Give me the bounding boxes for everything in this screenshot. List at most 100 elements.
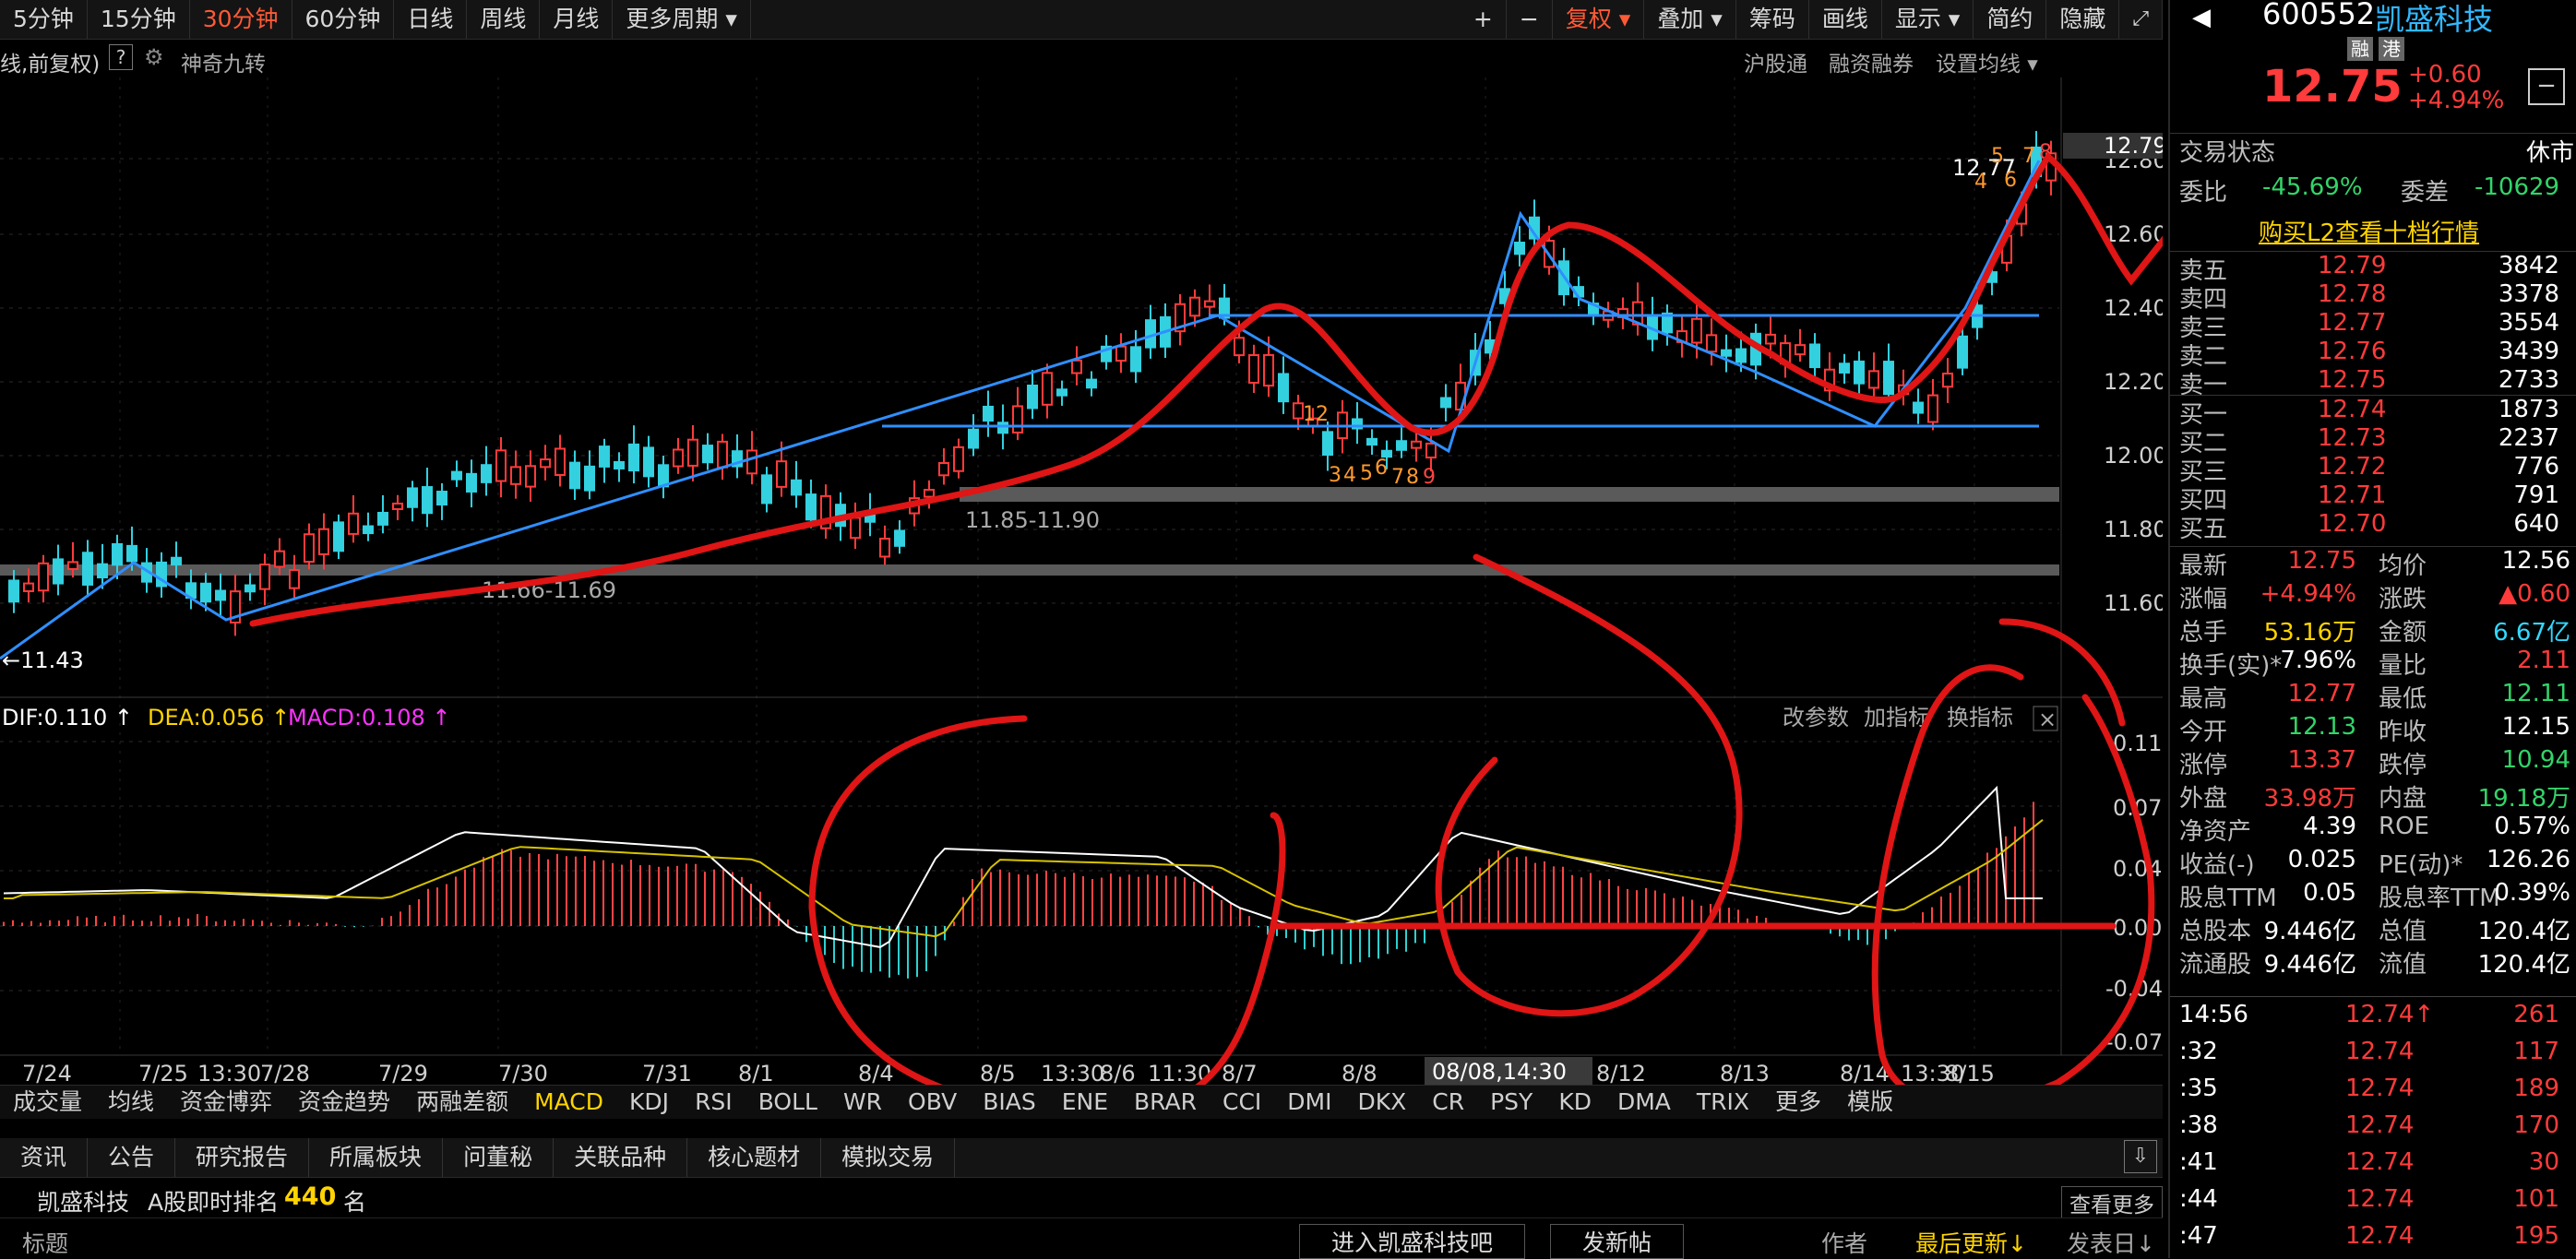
- stat-value: 13.37: [2287, 746, 2356, 774]
- bid-level[interactable]: 买五 12.70 640: [2170, 510, 2576, 543]
- diff-label: 委差: [2401, 179, 2450, 207]
- ma-settings-link[interactable]: 设置均线 ▾: [1936, 46, 2038, 77]
- macd-params-button[interactable]: 改参数: [1783, 705, 1849, 730]
- indicator-tab[interactable]: KDJ: [616, 1086, 682, 1119]
- help-icon[interactable]: ?: [109, 44, 133, 70]
- enter-forum-button[interactable]: 进入凯盛科技吧: [1299, 1224, 1526, 1259]
- period-60min[interactable]: 60分钟: [292, 0, 395, 39]
- indicator-tab[interactable]: CCI: [1210, 1086, 1274, 1119]
- adjust-button[interactable]: 复权 ▾: [1553, 0, 1645, 39]
- indicator-tab[interactable]: 成交量: [0, 1086, 95, 1119]
- candle: [540, 458, 551, 469]
- indicator-tab[interactable]: DMI: [1274, 1086, 1344, 1119]
- stat-label: 股息率TTM: [2379, 885, 2500, 912]
- ask-level[interactable]: 卖一 12.75 2733: [2170, 366, 2576, 399]
- new-post-button[interactable]: 发新帖: [1550, 1224, 1685, 1259]
- col-updated[interactable]: 最后更新↓: [1915, 1226, 2027, 1259]
- period-15min[interactable]: 15分钟: [88, 0, 190, 39]
- zoom-out-button[interactable]: −: [1507, 0, 1553, 39]
- indicator-tab[interactable]: ENE: [1049, 1086, 1121, 1119]
- simple-button[interactable]: 简约: [1974, 0, 2047, 39]
- col-author[interactable]: 作者: [1821, 1226, 1867, 1259]
- ask-level[interactable]: 卖五 12.79 3842: [2170, 252, 2576, 285]
- bid-level[interactable]: 买四 12.71 791: [2170, 481, 2576, 515]
- view-more-button[interactable]: 查看更多: [2061, 1186, 2163, 1219]
- chips-button[interactable]: 筹码: [1736, 0, 1809, 39]
- collapse-icon[interactable]: ◀: [2192, 4, 2211, 31]
- info-tab[interactable]: 所属板块: [309, 1138, 444, 1177]
- info-tab[interactable]: 问董秘: [443, 1138, 555, 1177]
- period-30min[interactable]: 30分钟: [190, 0, 292, 39]
- indicator-tab[interactable]: 更多: [1762, 1086, 1834, 1119]
- buy-l2-link[interactable]: 购买L2查看十档行情: [2259, 214, 2479, 248]
- indicator-tab[interactable]: TRIX: [1684, 1086, 1762, 1119]
- period-5min[interactable]: 5分钟: [0, 0, 88, 39]
- tick-list: 14:56 12.74↑ 261:32 12.74 117:35 12.74 189:38 1…: [2170, 996, 2576, 1255]
- add-indicator-button[interactable]: 加指标: [1864, 705, 1930, 730]
- candle: [1071, 359, 1082, 374]
- minus-icon[interactable]: −: [2528, 68, 2565, 105]
- indicator-tab[interactable]: KD: [1545, 1086, 1604, 1119]
- indicator-tab[interactable]: 资金趋势: [285, 1086, 403, 1119]
- indicator-tab[interactable]: BOLL: [745, 1086, 830, 1119]
- indicator-tab[interactable]: 资金博弈: [167, 1086, 285, 1119]
- stat-row: 今开 12.13 昨收 12.15: [2170, 713, 2576, 746]
- indicator-tab[interactable]: OBV: [895, 1086, 970, 1119]
- info-tab[interactable]: 关联品种: [554, 1138, 688, 1177]
- margin-link[interactable]: 融资融券: [1829, 46, 1914, 77]
- indicator-tab[interactable]: DKX: [1344, 1086, 1419, 1119]
- kline-chart[interactable]: ←11.43 11.66-11.69 11.85-11.90 12.77 3 4…: [0, 77, 2163, 1085]
- display-button[interactable]: 显示 ▾: [1882, 0, 1974, 39]
- period-day[interactable]: 日线: [394, 0, 468, 39]
- switch-indicator-button[interactable]: 换指标: [1947, 705, 2013, 730]
- indicator-tab[interactable]: 均线: [95, 1086, 167, 1119]
- zoom-in-button[interactable]: +: [1461, 0, 1507, 39]
- hide-button[interactable]: 隐藏: [2046, 0, 2120, 39]
- candle: [392, 502, 403, 510]
- svg-text:12.20: 12.20: [2104, 369, 2163, 395]
- fullscreen-icon[interactable]: ⤢: [2119, 0, 2163, 39]
- candle: [1234, 337, 1245, 357]
- period-week[interactable]: 周线: [467, 0, 541, 39]
- price-change: +0.60: [2408, 61, 2482, 89]
- candle: [1765, 333, 1776, 345]
- info-tab[interactable]: 研究报告: [175, 1138, 310, 1177]
- candle: [318, 528, 329, 555]
- indicator-tab[interactable]: 两融差额: [403, 1086, 521, 1119]
- col-posted[interactable]: 发表日↓: [2067, 1226, 2155, 1259]
- draw-line-button[interactable]: 画线: [1809, 0, 1882, 39]
- close-icon[interactable]: ×: [2038, 707, 2057, 732]
- indicator-tab[interactable]: WR: [830, 1086, 895, 1119]
- ask-level[interactable]: 卖二 12.76 3439: [2170, 338, 2576, 371]
- indicator-tab[interactable]: BRAR: [1121, 1086, 1210, 1119]
- info-tab[interactable]: 公告: [88, 1138, 176, 1177]
- period-more[interactable]: 更多周期 ▾: [613, 0, 751, 39]
- stat-label: 金额: [2379, 619, 2427, 647]
- svg-text:0.11: 0.11: [2113, 730, 2162, 756]
- level-price: 12.70: [2318, 510, 2387, 538]
- ask-level[interactable]: 卖三 12.77 3554: [2170, 309, 2576, 342]
- indicator-bar: 成交量 均线 资金博弈 资金趋势 两融差额 MACD KDJ RSI BOLL WR OBV BIAS…: [0, 1085, 2163, 1119]
- indicator-tab[interactable]: BIAS: [970, 1086, 1049, 1119]
- info-tab[interactable]: 模拟交易: [821, 1138, 956, 1177]
- rank-stock-name: 凯盛科技: [37, 1189, 130, 1216]
- magic-nine-tool[interactable]: 神奇九转: [181, 46, 266, 77]
- ask-level[interactable]: 卖四 12.78 3378: [2170, 280, 2576, 314]
- bid-level[interactable]: 买三 12.72 776: [2170, 453, 2576, 486]
- indicator-tab[interactable]: 模版: [1834, 1086, 1906, 1119]
- indicator-tab[interactable]: DMA: [1604, 1086, 1684, 1119]
- bid-level[interactable]: 买一 12.74 1873: [2170, 396, 2576, 429]
- expand-panel-icon[interactable]: ⇩: [2124, 1140, 2157, 1173]
- bid-level[interactable]: 买二 12.73 2237: [2170, 424, 2576, 457]
- gear-icon[interactable]: ⚙: [144, 44, 164, 70]
- info-tab[interactable]: 资讯: [0, 1138, 89, 1177]
- hk-connect-link[interactable]: 沪股通: [1744, 46, 1807, 77]
- tick-time: :41: [2179, 1148, 2218, 1176]
- info-tab[interactable]: 核心题材: [687, 1138, 822, 1177]
- indicator-tab[interactable]: PSY: [1477, 1086, 1545, 1119]
- indicator-tab[interactable]: CR: [1419, 1086, 1477, 1119]
- indicator-tab[interactable]: MACD: [521, 1086, 616, 1119]
- indicator-tab[interactable]: RSI: [682, 1086, 745, 1119]
- period-month[interactable]: 月线: [540, 0, 614, 39]
- overlay-button[interactable]: 叠加 ▾: [1644, 0, 1736, 39]
